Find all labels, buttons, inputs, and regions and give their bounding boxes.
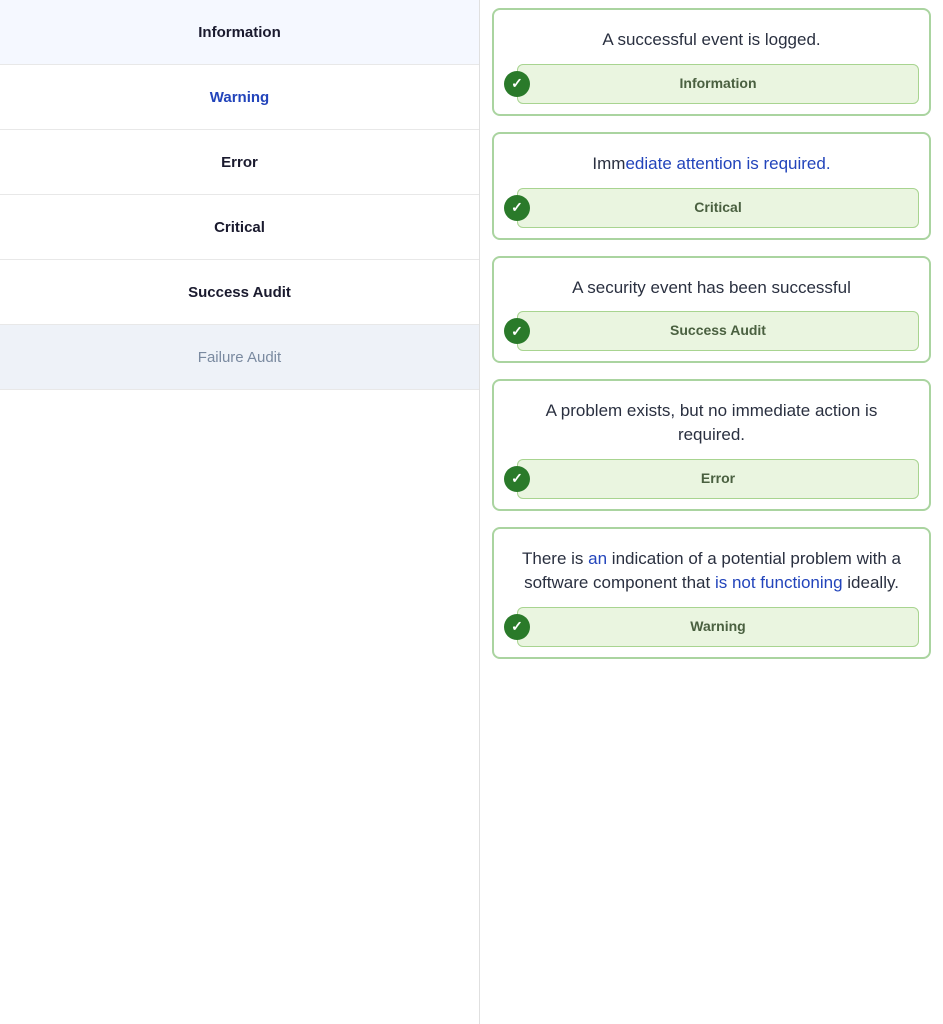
sidebar-item-warning[interactable]: Warning [0,65,479,130]
badge-box: Critical [517,188,919,228]
description-rest: ediate attention is required. [625,154,830,173]
badge-label: Information [680,75,757,91]
description-imm: Imm [592,154,625,173]
critical-card: Immediate attention is required. Critica… [492,132,931,240]
card-description: A successful event is logged. [494,10,929,64]
sidebar-item-label: Failure Audit [198,349,281,366]
card-description: There is an indication of a potential pr… [494,529,929,607]
badge-label: Error [701,470,735,486]
badge-row: Warning [494,607,929,657]
success-audit-card: A security event has been successful Suc… [492,256,931,364]
error-card: A problem exists, but no immediate actio… [492,379,931,511]
sidebar-item-success-audit[interactable]: Success Audit [0,260,479,325]
description-text: A problem exists, but no immediate actio… [546,401,878,444]
desc-an: an [588,549,607,568]
badge-box: Success Audit [517,311,919,351]
badge-label: Critical [694,199,741,215]
card-description: Immediate attention is required. [494,134,929,188]
check-icon [504,466,530,492]
sidebar-item-failure-audit[interactable]: Failure Audit [0,325,479,390]
warning-card: There is an indication of a potential pr… [492,527,931,659]
sidebar-item-error[interactable]: Error [0,130,479,195]
badge-box: Information [517,64,919,104]
badge-row: Success Audit [494,311,929,361]
desc-ideally: ideally. [843,573,899,592]
check-icon [504,195,530,221]
badge-row: Critical [494,188,929,238]
check-icon [504,614,530,640]
badge-box: Warning [517,607,919,647]
badge-label: Success Audit [670,322,766,338]
sidebar-item-label: Success Audit [188,284,291,301]
desc-there: There is [522,549,588,568]
check-icon [504,71,530,97]
right-panel: A successful event is logged. Informatio… [480,0,943,1024]
sidebar-item-label: Error [221,154,258,171]
card-description: A security event has been successful [494,258,929,312]
sidebar-item-label: Warning [210,89,269,106]
badge-row: Information [494,64,929,114]
desc-not-functioning: is not functioning [715,573,843,592]
sidebar-item-label: Critical [214,219,265,236]
sidebar-item-information[interactable]: Information [0,0,479,65]
description-text: A successful event is logged. [602,30,820,49]
information-card: A successful event is logged. Informatio… [492,8,931,116]
sidebar-item-critical[interactable]: Critical [0,195,479,260]
description-text: A security event has been successful [572,278,851,297]
badge-row: Error [494,459,929,509]
left-panel: Information Warning Error Critical Succe… [0,0,480,1024]
sidebar-item-label: Information [198,24,281,41]
badge-box: Error [517,459,919,499]
badge-label: Warning [690,618,745,634]
card-description: A problem exists, but no immediate actio… [494,381,929,459]
